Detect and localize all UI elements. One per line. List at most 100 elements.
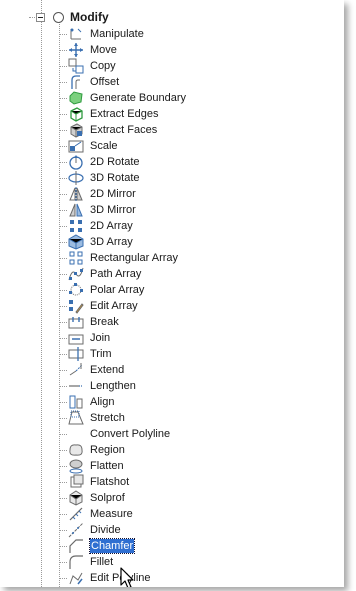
tree-guide-line bbox=[60, 418, 67, 419]
tree-item[interactable]: Trim bbox=[60, 346, 320, 362]
tree-item-label[interactable]: Path Array bbox=[90, 267, 141, 281]
break-icon bbox=[68, 317, 84, 329]
tree-item[interactable]: Extend bbox=[60, 362, 320, 378]
tree-item[interactable]: Edit Array bbox=[60, 298, 320, 314]
tree-item-label[interactable]: Move bbox=[90, 43, 117, 57]
tree-item-label[interactable]: Chamfer bbox=[88, 538, 136, 554]
tree-guide-line bbox=[60, 322, 67, 323]
tree-item-label[interactable]: Join bbox=[90, 331, 110, 345]
tree-item-label[interactable]: Polar Array bbox=[90, 283, 144, 297]
tree-item[interactable]: Solprof bbox=[60, 490, 320, 506]
tree-item[interactable]: Scale bbox=[60, 138, 320, 154]
tree-guide-line bbox=[60, 578, 67, 579]
tree-guide-line bbox=[60, 34, 67, 35]
tree-item[interactable]: Region bbox=[60, 442, 320, 458]
offset-icon bbox=[71, 75, 80, 89]
tree-item[interactable]: Rectangular Array bbox=[60, 250, 320, 266]
tree-item[interactable]: Measure bbox=[60, 506, 320, 522]
tree-item-label[interactable]: Extract Edges bbox=[90, 107, 158, 121]
path-array-icon bbox=[68, 267, 84, 281]
tree-item[interactable]: Manipulate bbox=[60, 26, 320, 42]
tree-item-label[interactable]: Lengthen bbox=[90, 379, 136, 393]
tree-item-label[interactable]: Offset bbox=[90, 75, 119, 89]
tree-item-label[interactable]: Generate Boundary bbox=[90, 91, 186, 105]
tree-item-label[interactable]: Copy bbox=[90, 59, 116, 73]
tree-item-label[interactable]: Flatshot bbox=[90, 475, 129, 489]
tree-root-label[interactable]: Modify bbox=[70, 10, 109, 24]
tree-item[interactable]: Offset bbox=[60, 74, 320, 90]
tree-item[interactable]: Break bbox=[60, 314, 320, 330]
tree-item[interactable]: Join bbox=[60, 330, 320, 346]
tree-item[interactable]: 3D Rotate bbox=[60, 170, 320, 186]
tree-item-label[interactable]: Convert Polyline bbox=[90, 427, 170, 441]
tree-item-label[interactable]: 3D Mirror bbox=[90, 203, 136, 217]
stretch-icon bbox=[68, 410, 84, 425]
tree-guide-line bbox=[41, 0, 42, 587]
tree-item-label[interactable]: Region bbox=[90, 443, 125, 457]
collapse-toggle[interactable] bbox=[36, 13, 45, 22]
tree-item[interactable]: 2D Mirror bbox=[60, 186, 320, 202]
tree-item-label[interactable]: Scale bbox=[90, 139, 118, 153]
tree-item-label[interactable]: 2D Rotate bbox=[90, 155, 140, 169]
mirror-2d-icon bbox=[69, 187, 83, 201]
boundary-icon bbox=[69, 91, 83, 105]
tree-item-label[interactable]: Rectangular Array bbox=[90, 251, 178, 265]
mouse-cursor-icon bbox=[120, 567, 134, 587]
tree-item-label[interactable]: Edit Array bbox=[90, 299, 138, 313]
tree-item-label[interactable]: Trim bbox=[90, 347, 112, 361]
tree-guide-line bbox=[60, 66, 67, 67]
tree-guide-line bbox=[60, 482, 67, 483]
tree-item-label[interactable]: Solprof bbox=[90, 491, 125, 505]
tree-item-label[interactable]: Align bbox=[90, 395, 114, 409]
tree-item-label[interactable]: 3D Array bbox=[90, 235, 133, 249]
tree-item[interactable]: Extract Edges bbox=[60, 106, 320, 122]
tree-item-label[interactable]: Extend bbox=[90, 363, 124, 377]
edit-polyline-icon bbox=[69, 572, 83, 585]
tree-item[interactable]: Copy bbox=[60, 58, 320, 74]
tree-item[interactable]: Generate Boundary bbox=[60, 90, 320, 106]
region-icon bbox=[69, 444, 83, 456]
mirror-3d-icon bbox=[69, 203, 83, 217]
tree-item-label[interactable]: Divide bbox=[90, 523, 121, 537]
tree-item[interactable]: Extract Faces bbox=[60, 122, 320, 138]
tree-item[interactable]: 2D Rotate bbox=[60, 154, 320, 170]
tree-guide-line bbox=[60, 530, 67, 531]
tree-item[interactable]: Polar Array bbox=[60, 282, 320, 298]
tree-item[interactable]: Align bbox=[60, 394, 320, 410]
flatten-icon bbox=[69, 459, 83, 474]
tree-item-label[interactable]: 2D Array bbox=[90, 219, 133, 233]
tree-item[interactable]: Edit Polyline bbox=[60, 570, 320, 586]
tree-item[interactable]: 2D Array bbox=[60, 218, 320, 234]
tree-item[interactable]: Flatshot bbox=[60, 474, 320, 490]
extend-icon bbox=[69, 363, 83, 376]
tree-item[interactable]: Convert Polyline bbox=[60, 426, 320, 442]
tree-item-label[interactable]: Extract Faces bbox=[90, 123, 157, 137]
rect-array-icon bbox=[69, 251, 83, 265]
tree-item[interactable]: Chamfer bbox=[60, 538, 320, 554]
tree-item[interactable]: Stretch bbox=[60, 410, 320, 426]
tree-item-label[interactable]: Break bbox=[90, 315, 119, 329]
solprof-icon bbox=[69, 490, 83, 506]
rotate-2d-icon bbox=[69, 155, 83, 170]
tree-item[interactable]: Path Array bbox=[60, 266, 320, 282]
tree-item-label[interactable]: 2D Mirror bbox=[90, 187, 136, 201]
tree-item[interactable]: Flatten bbox=[60, 458, 320, 474]
tree-item-label[interactable]: Fillet bbox=[90, 555, 113, 569]
tree-guide-line bbox=[60, 210, 67, 211]
tree-item-label[interactable]: Stretch bbox=[90, 411, 125, 425]
tree-item[interactable]: Move bbox=[60, 42, 320, 58]
tree-guide-line bbox=[60, 50, 67, 51]
tree-item-label[interactable]: Flatten bbox=[90, 459, 124, 473]
extract-faces-icon bbox=[70, 123, 83, 138]
tree-item[interactable]: Divide bbox=[60, 522, 320, 538]
tree-item-label[interactable]: 3D Rotate bbox=[90, 171, 140, 185]
tree-item-label[interactable]: Measure bbox=[90, 507, 133, 521]
tree-guide-line bbox=[60, 98, 67, 99]
tree-guide-line bbox=[60, 306, 67, 307]
tree-item[interactable]: Fillet bbox=[60, 554, 320, 570]
tree-panel: Modify Manipulate Move Copy Offset Generate … bbox=[0, 0, 344, 587]
tree-item[interactable]: 3D Mirror bbox=[60, 202, 320, 218]
tree-item[interactable]: Lengthen bbox=[60, 378, 320, 394]
tree-item[interactable]: 3D Array bbox=[60, 234, 320, 250]
tree-item-label[interactable]: Manipulate bbox=[90, 27, 144, 41]
